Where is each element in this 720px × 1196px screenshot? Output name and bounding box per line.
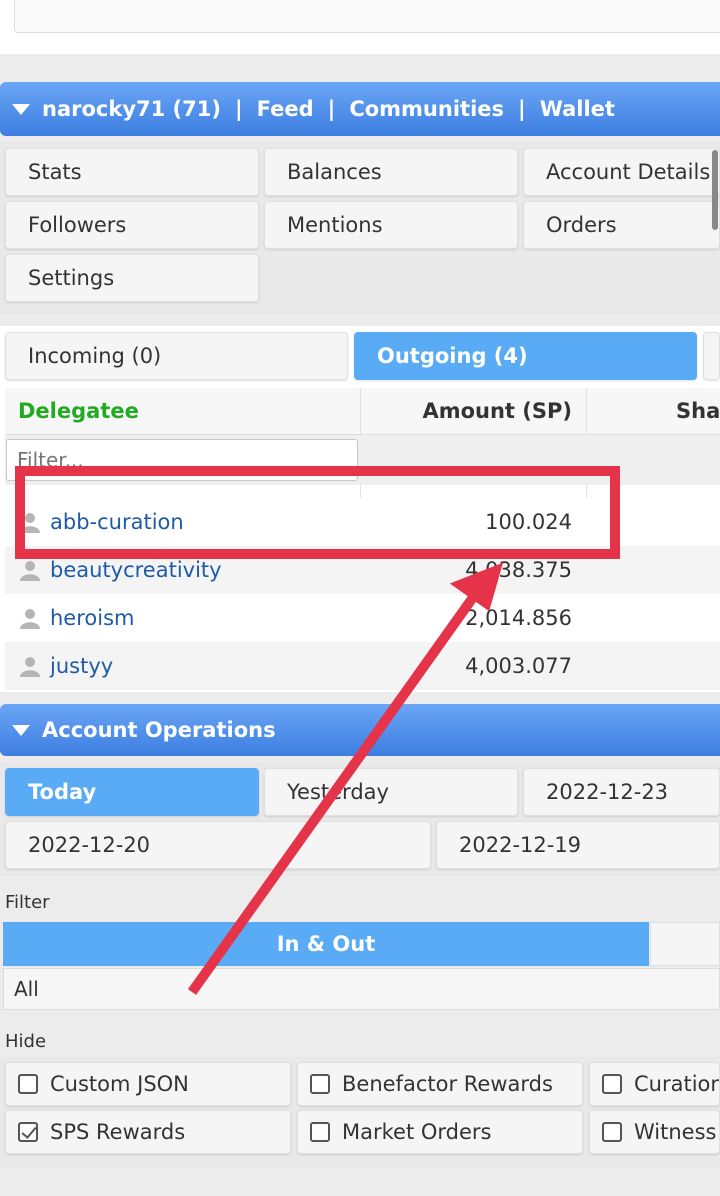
column-header-share[interactable]: Shar — [676, 388, 720, 434]
user-avatar-icon — [20, 513, 40, 533]
collapse-icon[interactable] — [12, 724, 30, 736]
hide-custom-json-checkbox[interactable]: Custom JSON — [5, 1062, 291, 1106]
hide-label: Hide — [5, 1031, 47, 1052]
date-button[interactable]: 2022-12-20 — [5, 821, 431, 869]
hide-sps-rewards-checkbox[interactable]: SPS Rewards — [5, 1110, 291, 1154]
delegation-amount: 4,038.375 — [465, 558, 572, 582]
delegatee-link[interactable]: justyy — [50, 642, 113, 690]
column-header-delegatee[interactable]: Delegatee — [18, 388, 139, 434]
tab-incoming[interactable]: Incoming (0) — [5, 332, 348, 380]
user-avatar-icon — [20, 657, 40, 677]
date-button[interactable]: 2022-12-19 — [436, 821, 720, 869]
tab-account-details[interactable]: Account Details — [523, 148, 720, 196]
tab-more[interactable] — [703, 332, 720, 380]
checkbox-label: Custom JSON — [50, 1072, 189, 1096]
nav-separator: | — [234, 97, 243, 121]
hide-curation-checkbox[interactable]: Curation — [589, 1062, 720, 1106]
operation-type-select[interactable]: All — [3, 968, 720, 1010]
hide-benefactor-rewards-checkbox[interactable]: Benefactor Rewards — [297, 1062, 583, 1106]
checkbox-label: SPS Rewards — [50, 1120, 186, 1144]
tab-followers[interactable]: Followers — [5, 201, 259, 249]
filter-label: Filter — [5, 892, 50, 913]
nav-separator: | — [327, 97, 336, 121]
checkbox-label: Market Orders — [342, 1120, 492, 1144]
tab-balances[interactable]: Balances — [264, 148, 518, 196]
tab-mentions[interactable]: Mentions — [264, 201, 518, 249]
column-header-amount[interactable]: Amount (SP) — [360, 388, 572, 434]
feed-link[interactable]: Feed — [257, 97, 314, 121]
section-title: Account Operations — [42, 718, 276, 742]
tab-settings[interactable]: Settings — [5, 254, 259, 302]
account-operations-header[interactable]: Account Operations — [0, 704, 720, 756]
nav-separator: | — [518, 97, 526, 121]
username-link[interactable]: narocky71 (71) — [42, 97, 221, 121]
hide-witness-checkbox[interactable]: Witness — [589, 1110, 720, 1154]
collapse-icon[interactable] — [12, 103, 30, 115]
delegatee-link[interactable]: beautycreativity — [50, 546, 222, 594]
delegation-amount: 4,003.077 — [465, 654, 572, 678]
checkbox-icon[interactable] — [310, 1074, 330, 1094]
delegatee-link[interactable]: abb-curation — [50, 498, 184, 546]
checkbox-icon[interactable] — [602, 1122, 622, 1142]
checkbox-icon[interactable] — [310, 1122, 330, 1142]
checkbox-icon[interactable] — [18, 1074, 38, 1094]
top-card-inner — [14, 0, 720, 33]
wallet-link[interactable]: Wallet — [540, 97, 615, 121]
user-avatar-icon — [20, 609, 40, 629]
direction-filter-other[interactable] — [650, 922, 720, 966]
date-yesterday-button[interactable]: Yesterday — [264, 768, 518, 816]
tab-outgoing[interactable]: Outgoing (4) — [354, 332, 697, 380]
user-avatar-icon — [20, 561, 40, 581]
tab-stats[interactable]: Stats — [5, 148, 259, 196]
checkbox-checked-icon[interactable] — [18, 1122, 38, 1142]
checkbox-label: Witness — [634, 1120, 717, 1144]
communities-link[interactable]: Communities — [349, 97, 504, 121]
date-today-button[interactable]: Today — [5, 768, 259, 816]
delegation-amount: 2,014.856 — [465, 606, 572, 630]
scrollbar[interactable] — [712, 150, 718, 230]
delegatee-link[interactable]: heroism — [50, 594, 134, 642]
tab-orders[interactable]: Orders — [523, 201, 720, 249]
account-nav-bar: narocky71 (71) | Feed | Communities | Wa… — [0, 82, 720, 136]
checkbox-icon[interactable] — [602, 1074, 622, 1094]
date-button[interactable]: 2022-12-23 — [523, 768, 720, 816]
delegatee-filter-input[interactable] — [6, 439, 358, 481]
hide-market-orders-checkbox[interactable]: Market Orders — [297, 1110, 583, 1154]
checkbox-label: Curation — [634, 1072, 720, 1096]
delegation-amount: 100.024 — [485, 510, 572, 534]
direction-filter-button[interactable]: In & Out — [3, 922, 649, 966]
checkbox-label: Benefactor Rewards — [342, 1072, 553, 1096]
